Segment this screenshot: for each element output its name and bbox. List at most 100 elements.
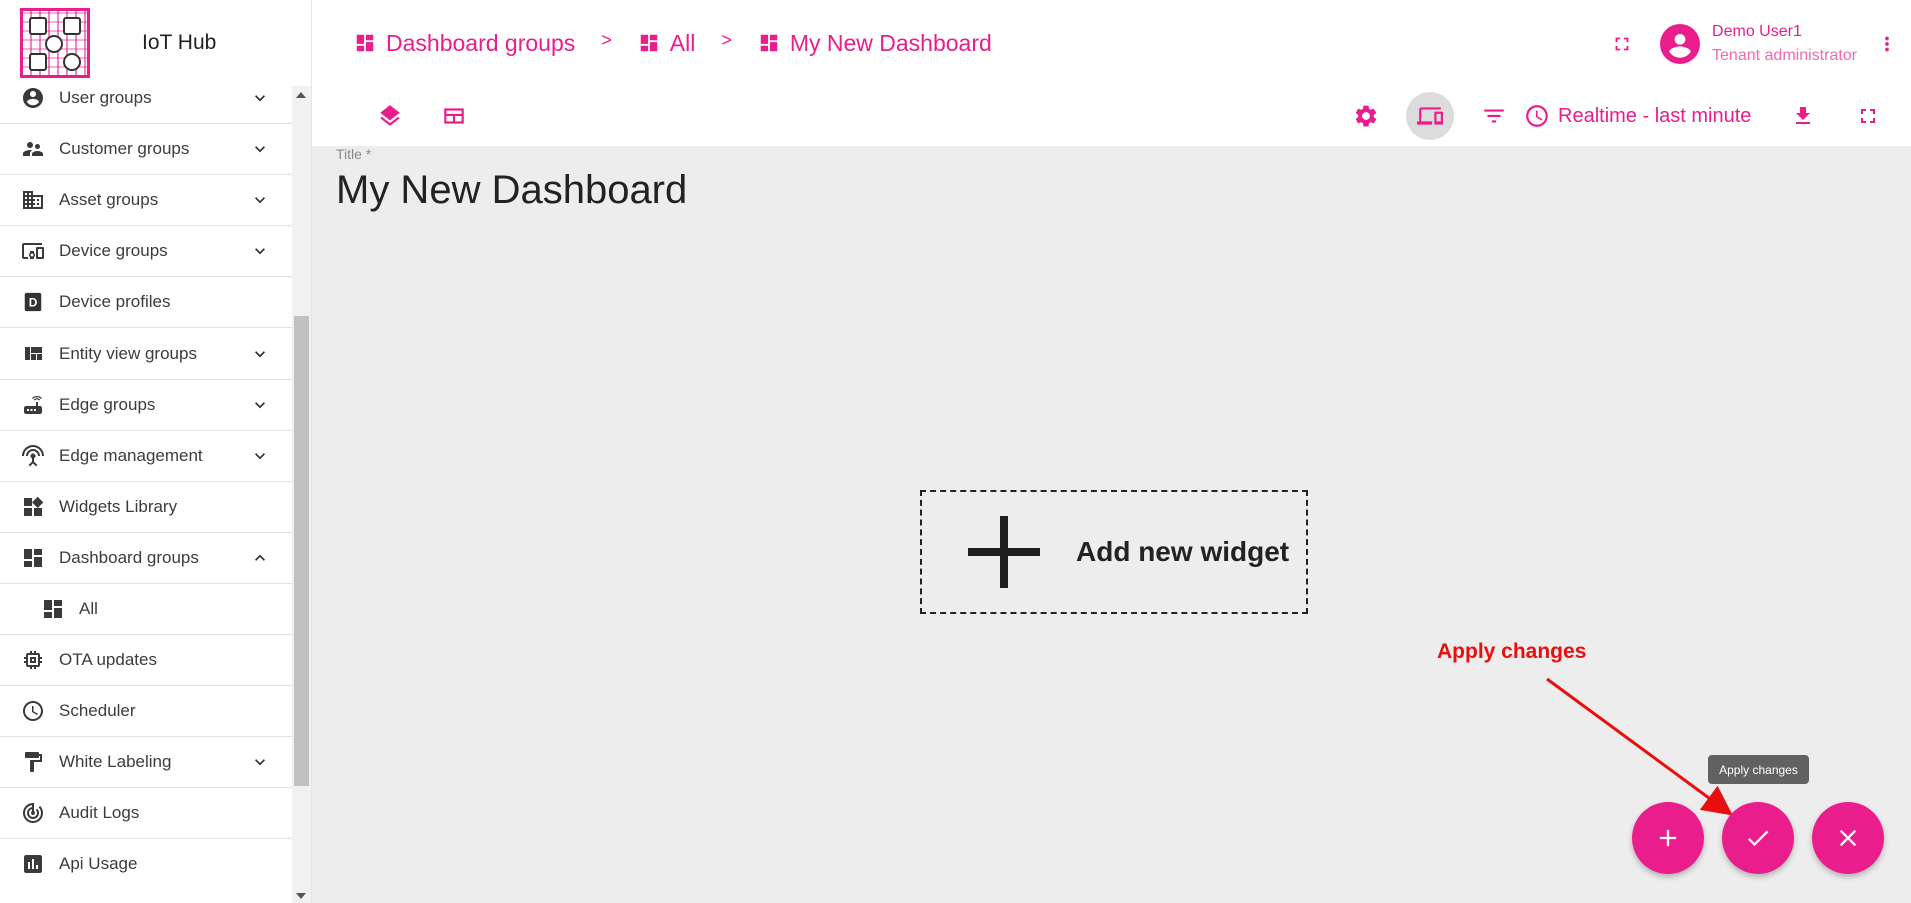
dashboard-title-input[interactable]: My New Dashboard (336, 168, 687, 213)
chevron-down-icon[interactable] (250, 241, 270, 261)
sidebar-item-api-usage[interactable]: Api Usage (0, 839, 292, 890)
chevron-down-icon[interactable] (250, 395, 270, 415)
add-new-widget-label: Add new widget (1076, 536, 1290, 567)
more-menu-button[interactable] (1867, 24, 1907, 64)
breadcrumb-label: My New Dashboard (789, 29, 992, 56)
devices-toggle-button[interactable] (1406, 92, 1454, 140)
sidebar-item-label: Device profiles (59, 292, 171, 312)
top-header: Dashboard groups > All > My New Dashboar… (312, 0, 1911, 146)
sidebar-item-ota-updates[interactable]: OTA updates (0, 635, 292, 687)
breadcrumb-separator: > (601, 29, 612, 50)
sidebar-item-all[interactable]: All (0, 584, 292, 636)
dashboard-icon (640, 34, 657, 52)
sidebar-scrollbar[interactable] (292, 86, 311, 903)
app-logo[interactable] (20, 8, 90, 78)
export-button[interactable] (1779, 92, 1827, 140)
sidebar-item-widgets-library[interactable]: Widgets Library (0, 482, 292, 533)
sidebar-item-device-profiles[interactable]: D Device profiles (0, 277, 292, 329)
scroll-thumb[interactable] (294, 316, 309, 786)
chevron-up-icon[interactable] (250, 548, 270, 568)
chevron-down-icon[interactable] (250, 190, 270, 210)
track-changes-icon (21, 801, 45, 825)
breadcrumb-separator: > (721, 29, 732, 50)
sidebar-item-label: Customer groups (59, 139, 190, 159)
breadcrumb-item-current[interactable]: My New Dashboard (758, 30, 992, 57)
title-field-label: Title * (336, 146, 372, 162)
settings-input-antenna-icon (21, 444, 45, 468)
sidebar-item-device-groups[interactable]: Device groups (0, 226, 292, 278)
filter-button[interactable] (1470, 92, 1518, 140)
more-vert-icon (1885, 36, 1889, 52)
sidebar-item-edge-management[interactable]: Edge management (0, 431, 292, 482)
fullscreen-icon (1861, 109, 1875, 123)
sidebar-item-user-groups[interactable]: User groups (0, 73, 292, 125)
breadcrumb: Dashboard groups > All > My New Dashboar… (354, 26, 992, 60)
dashboard-icon (356, 34, 374, 52)
dashboard-fullscreen-button[interactable] (1844, 92, 1892, 140)
sidebar-item-label: White Labeling (59, 752, 172, 772)
sidebar-item-asset-groups[interactable]: Asset groups (0, 175, 292, 227)
sidebar-item-label: Audit Logs (59, 803, 140, 823)
layers-button[interactable] (366, 92, 414, 140)
app-title: IoT Hub (142, 31, 217, 54)
sidebar-item-entity-view-groups[interactable]: Entity view groups (0, 328, 292, 380)
time-window-label: Realtime - last minute (1558, 104, 1752, 127)
gear-icon (1355, 105, 1377, 127)
breadcrumb-item-all[interactable]: All (638, 30, 695, 57)
sidebar-item-dashboard-groups[interactable]: Dashboard groups (0, 533, 292, 584)
dashboard-icon (41, 597, 65, 621)
sidebar-item-white-labeling[interactable]: White Labeling (0, 737, 292, 789)
insert-chart-icon (21, 852, 45, 876)
breadcrumb-item-dashboard-groups[interactable]: Dashboard groups (354, 30, 575, 57)
sidebar-item-label: Widgets Library (59, 496, 178, 516)
chevron-down-icon[interactable] (250, 88, 270, 108)
devices-other-icon (21, 239, 45, 263)
svg-text:D: D (29, 296, 38, 310)
sidebar-item-label: Edge management (59, 445, 203, 465)
apply-changes-fab[interactable] (1722, 802, 1794, 874)
app-root: IoT Hub User groups Customer groups Asset … (0, 0, 1911, 903)
breadcrumb-label: Dashboard groups (386, 29, 576, 56)
sidebar-item-label: Edge groups (59, 394, 156, 414)
sidebar-nav: User groups Customer groups Asset groups De… (0, 73, 292, 890)
sidebar-item-edge-groups[interactable]: Edge groups (0, 380, 292, 431)
scroll-down-arrow-icon[interactable] (296, 893, 306, 899)
sidebar-item-audit-logs[interactable]: Audit Logs (0, 788, 292, 840)
avatar[interactable] (1660, 24, 1701, 64)
check-icon (1747, 830, 1769, 847)
header-right: Demo User1 Tenant administrator (1602, 16, 1911, 72)
dashboard-canvas: Title * My New Dashboard Add new widget … (312, 146, 1911, 903)
add-widget-fab[interactable] (1632, 802, 1704, 874)
chevron-down-icon[interactable] (250, 446, 270, 466)
sidebar: IoT Hub User groups Customer groups Asset … (0, 0, 312, 903)
devices-icon (1417, 107, 1443, 125)
sidebar-item-customer-groups[interactable]: Customer groups (0, 124, 292, 176)
user-info[interactable]: Demo User1 Tenant administrator (1712, 20, 1857, 68)
user-name: Demo User1 (1712, 23, 1802, 40)
annotation-text: Apply changes (1437, 640, 1587, 663)
scroll-up-arrow-icon[interactable] (296, 92, 306, 98)
user-role: Tenant administrator (1712, 47, 1857, 64)
dashboard-icon (21, 546, 45, 570)
sidebar-item-label: Entity view groups (59, 343, 197, 363)
chevron-down-icon[interactable] (250, 344, 270, 364)
fullscreen-icon (1615, 37, 1629, 51)
discard-changes-fab[interactable] (1812, 802, 1884, 874)
device-profile-icon: D (21, 290, 45, 314)
chevron-down-icon[interactable] (250, 139, 270, 159)
layouts-button[interactable] (430, 92, 478, 140)
plus-icon (1659, 829, 1677, 847)
filter-list-icon (1484, 109, 1504, 123)
chevron-down-icon[interactable] (250, 752, 270, 772)
fullscreen-button[interactable] (1602, 24, 1642, 64)
clock-icon (1526, 105, 1548, 127)
plus-icon (968, 516, 1040, 588)
add-new-widget-button[interactable]: Add new widget (920, 490, 1308, 614)
format-paint-icon (21, 750, 45, 774)
router-icon (21, 393, 45, 417)
time-window-button[interactable]: Realtime - last minute (1524, 98, 1751, 134)
dashboard-icon (760, 34, 778, 52)
sidebar-item-scheduler[interactable]: Scheduler (0, 686, 292, 738)
schedule-icon (21, 699, 45, 723)
settings-button[interactable] (1342, 92, 1390, 140)
